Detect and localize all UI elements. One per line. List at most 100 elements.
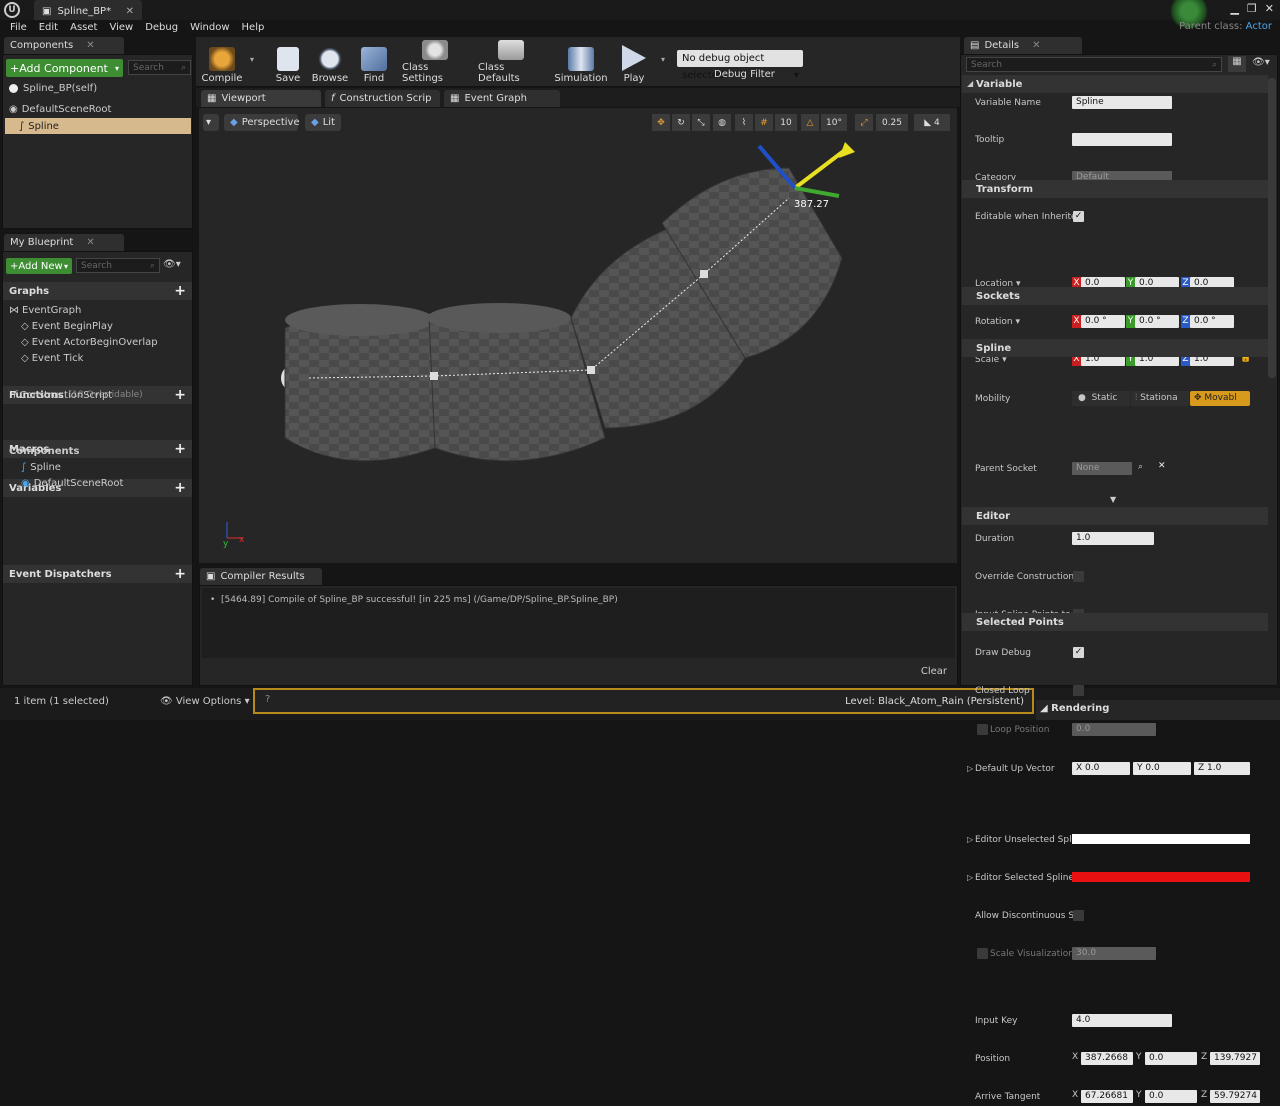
scale-snap-value[interactable]: 0.25 [876,114,908,131]
document-tab[interactable]: ▣ Spline_BP* ✕ [34,0,142,20]
surface-snap-icon[interactable]: ⌇ [735,114,753,131]
editable-inherited-checkbox[interactable]: ✓ [1073,211,1084,222]
close-tab-icon[interactable]: ✕ [126,6,134,17]
components-category[interactable]: Components [3,443,192,459]
selected-points-section-header[interactable]: Selected Points [962,613,1268,631]
details-scrollbar[interactable] [1268,78,1276,378]
duration-input[interactable]: 1.0 [1072,532,1154,545]
input-key-input[interactable]: 4.0 [1072,1014,1172,1027]
dispatchers-section[interactable]: Event Dispatchers + [3,565,192,583]
help-icon[interactable]: ? [265,694,270,705]
selected-color-swatch[interactable] [1072,872,1250,882]
component-self[interactable]: Spline_BP(self) [3,80,192,96]
up-vector-z-input[interactable]: Z 1.0 [1194,762,1250,775]
event-item[interactable]: ◇ Event ActorBeginOverlap [3,334,192,350]
compiler-results-tab[interactable]: ▣ Compiler Results [200,568,322,585]
menu-edit[interactable]: Edit [33,20,64,36]
function-item[interactable]: f ConstructionScript [3,387,192,403]
rotation-y-input[interactable]: 0.0 ° [1135,315,1179,328]
property-matrix-icon[interactable]: ▦ [1228,56,1246,72]
position-z-input[interactable]: 139.7927 [1210,1052,1260,1065]
position-y-input[interactable]: 0.0 [1145,1052,1197,1065]
eye-icon[interactable]: 👁▾ [1252,57,1270,68]
up-vector-y-input[interactable]: Y 0.0 [1133,762,1191,775]
browse-button[interactable]: Browse [311,40,349,84]
blueprint-search-input[interactable]: Search ⌕ [76,258,160,273]
tab-event-graph[interactable]: ▦ Event Graph [444,90,560,107]
draw-debug-checkbox[interactable]: ✓ [1073,647,1084,658]
loop-position-input[interactable]: 0.0 [1072,723,1156,736]
close-icon[interactable]: ✕ [1032,40,1040,51]
component-spline[interactable]: ∫ Spline [5,118,191,134]
world-local-icon[interactable]: ◍ [713,114,731,131]
override-construction-checkbox[interactable] [1073,571,1084,582]
expand-arrow-icon[interactable]: ▷ [967,835,973,844]
menu-file[interactable]: File [4,20,33,36]
eye-icon[interactable]: 👁▾ [163,259,181,270]
add-component-button[interactable]: +Add Component ▾ [6,59,123,77]
play-options-chevron[interactable]: ▾ [661,55,665,64]
up-vector-x-input[interactable]: X 0.0 [1072,762,1130,775]
loop-position-checkbox[interactable] [977,724,988,735]
scale-icon[interactable]: ⤡ [692,114,710,131]
menu-debug[interactable]: Debug [139,20,184,36]
simulation-button[interactable]: Simulation [554,40,608,84]
unselected-color-swatch[interactable] [1072,834,1250,844]
perspective-button[interactable]: ◆ Perspective [224,114,300,131]
scale-visualization-checkbox[interactable] [977,948,988,959]
closed-loop-checkbox[interactable] [1073,685,1084,696]
menu-window[interactable]: Window [184,20,235,36]
mobility-movable-button[interactable]: ✥ Movabl [1190,391,1250,406]
close-icon[interactable]: ✕ [86,40,94,51]
grid-snap-value[interactable]: 10 [775,114,797,131]
graphs-section[interactable]: Graphs + [3,282,192,300]
menu-help[interactable]: Help [236,20,271,36]
scale-visualization-input[interactable]: 30.0 [1072,947,1156,960]
rotate-icon[interactable]: ↻ [672,114,690,131]
details-tab[interactable]: ▤ Details ✕ [964,37,1082,54]
menu-view[interactable]: View [103,20,139,36]
parent-class-link[interactable]: Actor [1246,21,1272,32]
view-options-button[interactable]: 👁 View Options ▾ [160,696,250,707]
clear-icon[interactable]: ✕ [1158,461,1166,471]
event-item[interactable]: ◇ Event BeginPlay [3,318,192,334]
close-window-icon[interactable]: ✕ [1265,2,1274,15]
event-graph-item[interactable]: ⋈ EventGraph [3,302,192,318]
position-x-input[interactable]: 387.2668 [1081,1052,1133,1065]
class-defaults-button[interactable]: Class Defaults [478,40,544,84]
parent-socket-input[interactable]: None [1072,462,1132,475]
camera-speed-button[interactable]: ◣ 4 [914,114,950,131]
search-icon[interactable]: ⌕ [1138,462,1143,472]
tab-construction-script[interactable]: f Construction Scrip [325,90,440,107]
viewport-options-button[interactable]: ▾ [203,114,219,131]
add-graph-icon[interactable]: + [174,283,186,299]
expand-arrow-icon[interactable]: ▷ [967,764,973,773]
tab-viewport[interactable]: ▦ Viewport [201,90,321,107]
translate-icon[interactable]: ✥ [652,114,670,131]
add-dispatcher-icon[interactable]: + [174,566,186,582]
close-icon[interactable]: ✕ [86,237,94,248]
lit-button[interactable]: ◆ Lit [305,114,341,131]
grid-snap-icon[interactable]: # [755,114,773,131]
components-search-input[interactable]: Search ⌕ [128,60,191,75]
restore-icon[interactable]: ❐ [1247,2,1257,15]
my-blueprint-tab[interactable]: My Blueprint ✕ [4,234,124,251]
allow-discontinuous-checkbox[interactable] [1073,910,1084,921]
component-default-scene-root[interactable]: ◉ DefaultSceneRoot [3,101,192,117]
components-tab[interactable]: Components ✕ [4,37,124,54]
spline-point[interactable] [430,372,438,380]
rotation-label[interactable]: Rotation ▾ [975,317,1020,327]
variable-item[interactable]: ∫ Spline [3,459,192,475]
arrive-z-input[interactable]: 59.79274 [1210,1090,1260,1103]
spline-point[interactable] [700,270,708,278]
spline-section-header[interactable]: Spline [962,339,1268,357]
play-button[interactable]: Play [615,40,653,84]
save-button[interactable]: Save [270,40,306,84]
viewport[interactable]: x y 387.27 [199,108,957,563]
compile-button[interactable]: Compile [202,40,242,84]
rotation-z-input[interactable]: 0.0 ° [1190,315,1234,328]
arrive-x-input[interactable]: 67.26681 [1081,1090,1133,1103]
rotation-snap-icon[interactable]: △ [801,114,819,131]
rotation-snap-value[interactable]: 10° [821,114,847,131]
minimize-icon[interactable]: ▁ [1230,2,1238,15]
